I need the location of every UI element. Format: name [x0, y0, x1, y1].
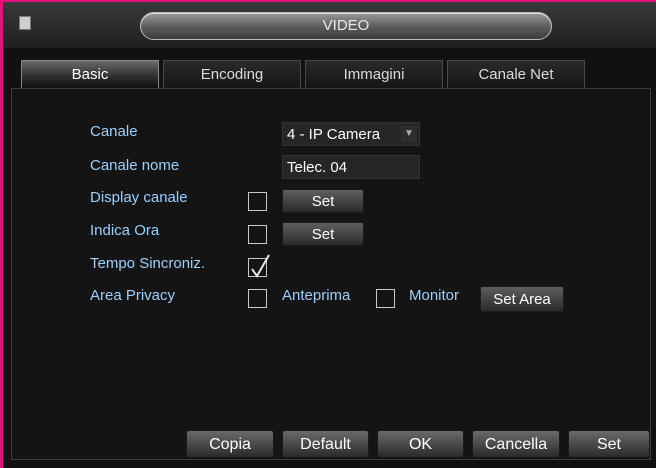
indica-ora-label: Indica Ora	[90, 222, 160, 239]
canale-select[interactable]: 4 - IP Camera ▼	[282, 122, 420, 146]
tempo-sincroniz-checkbox[interactable]	[248, 254, 270, 278]
tab-encoding[interactable]: Encoding	[163, 60, 301, 88]
canale-nome-input[interactable]: Telec. 04	[282, 155, 420, 179]
tempo-sincroniz-label: Tempo Sincroniz.	[90, 255, 206, 272]
area-privacy-checkbox[interactable]	[248, 289, 267, 308]
copia-button[interactable]: Copia	[186, 430, 274, 458]
app-icon	[19, 16, 31, 30]
title-bar: VIDEO	[3, 2, 656, 48]
set-area-button[interactable]: Set Area	[480, 286, 564, 312]
video-settings-window: VIDEO Basic Encoding Immagini Canale Net…	[0, 0, 656, 468]
monitor-label: Monitor	[409, 287, 460, 304]
display-canale-label: Display canale	[90, 189, 188, 206]
display-canale-checkbox[interactable]	[248, 192, 267, 211]
chevron-down-icon[interactable]: ▼	[401, 126, 417, 142]
anteprima-label: Anteprima	[282, 287, 351, 304]
display-canale-set-button[interactable]: Set	[282, 189, 364, 213]
set-button[interactable]: Set	[568, 430, 650, 458]
canale-select-value: 4 - IP Camera	[287, 126, 381, 143]
tab-basic[interactable]: Basic	[21, 60, 159, 88]
window-title: VIDEO	[140, 12, 552, 40]
checkmark-icon	[251, 254, 270, 278]
canale-label: Canale	[90, 123, 138, 140]
tab-canale-net[interactable]: Canale Net	[447, 60, 585, 88]
area-privacy-label: Area Privacy	[90, 287, 176, 304]
anteprima-checkbox[interactable]	[376, 289, 395, 308]
tab-immagini[interactable]: Immagini	[305, 60, 443, 88]
indica-ora-set-button[interactable]: Set	[282, 222, 364, 246]
indica-ora-checkbox[interactable]	[248, 225, 267, 244]
ok-button[interactable]: OK	[377, 430, 464, 458]
canale-nome-label: Canale nome	[90, 157, 180, 174]
default-button[interactable]: Default	[282, 430, 369, 458]
cancella-button[interactable]: Cancella	[472, 430, 560, 458]
